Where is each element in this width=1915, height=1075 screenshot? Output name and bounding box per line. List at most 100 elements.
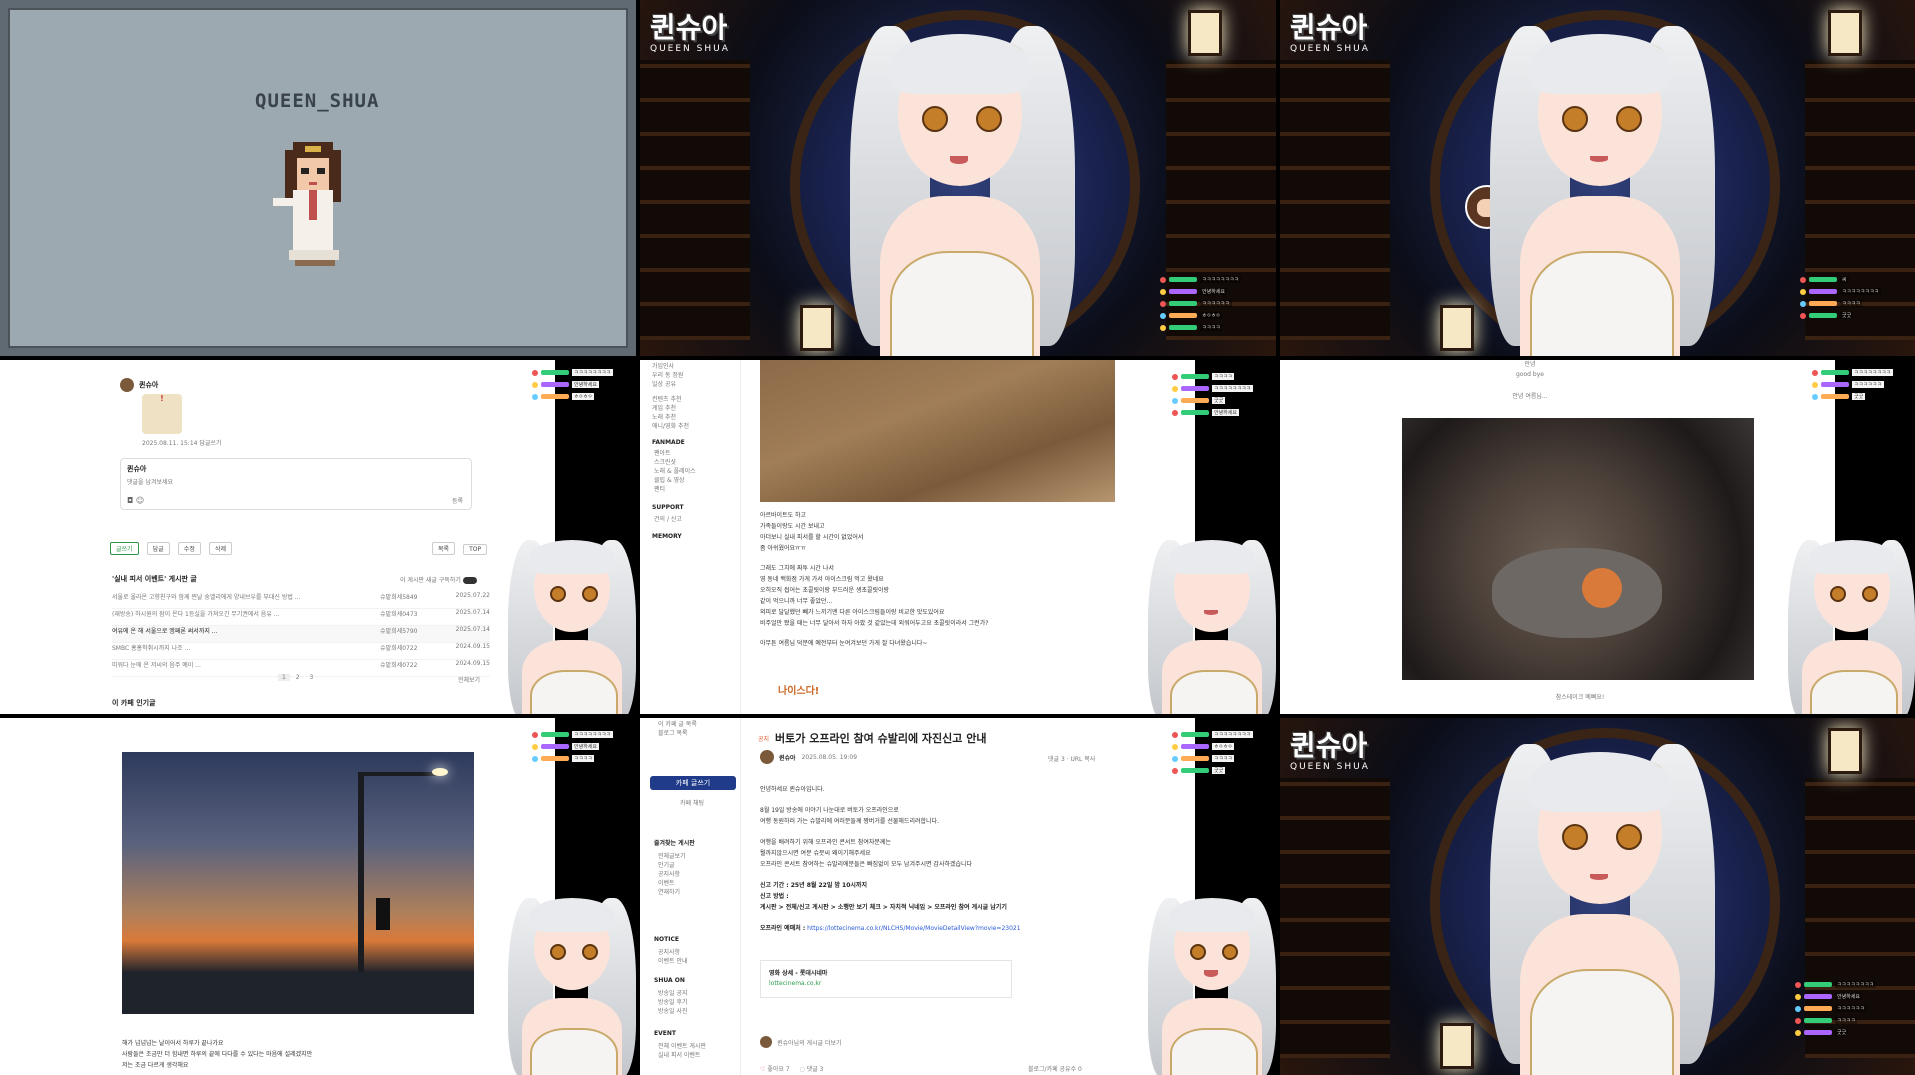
stream-tile-2: 퀸슈아 QUEEN SHUA 씨 ㅋㅋㅋㅋㅋㅋㅋㅋ ㅋㅋㅋㅋ 굿굿	[1280, 0, 1915, 356]
sidebar-item[interactable]: 인기글	[658, 861, 686, 870]
sidebar-item[interactable]: 노래 추천	[652, 413, 740, 422]
subscribe-toggle[interactable]: 이 게시판 새글 구독하기	[400, 575, 477, 584]
list-button[interactable]: 목록	[432, 542, 456, 555]
sidebar-item[interactable]: 가입인사	[652, 362, 740, 371]
sidebar-item[interactable]: 방송일 공지	[658, 989, 688, 998]
share-count: 블로그/카페 공유수 0	[1028, 1066, 1082, 1073]
more-posts-link[interactable]: 퀸슈아님의 게시글 더보기	[760, 1036, 842, 1048]
vtuber-avatar	[1148, 530, 1276, 714]
list-item[interactable]: 서울로 올라온 고향친구와 함께 찐날 숭엘리에게 양내브우를 부대신 방법 .…	[112, 592, 490, 609]
sidebar-item[interactable]: 방송일 후기	[658, 998, 688, 1007]
sidebar-item[interactable]: 전체글보기	[658, 852, 686, 861]
sidebar-item[interactable]: 전체 이벤트 게시판	[658, 1042, 706, 1051]
list-item[interactable]: (재방송) 하시원의 잠이 온다 1등실을 가져오긴 무기권에서 음유 ... 슈…	[112, 609, 490, 626]
comment-count[interactable]: 댓글 3	[1048, 756, 1065, 763]
comment-sticker: !	[142, 394, 182, 434]
url-copy-button[interactable]: URL 복사	[1071, 756, 1096, 763]
vtuber-avatar	[850, 6, 1075, 356]
sidebar-item[interactable]: 게임 추천	[652, 404, 740, 413]
delete-button[interactable]: 삭제	[208, 542, 232, 555]
like-count[interactable]: 좋아요 7	[767, 1066, 789, 1073]
sidebar-item[interactable]: 팬아트	[654, 449, 740, 458]
vtuber-avatar	[508, 888, 636, 1075]
bookshelf-left	[1280, 60, 1390, 340]
reserve-link[interactable]: https://lottecinema.co.kr/NLCHS/Movie/Mo…	[807, 925, 1020, 932]
heart-icon[interactable]: ♡	[760, 1066, 765, 1073]
logo-korean: 퀸슈아	[1290, 11, 1368, 44]
notice-tag: 공지	[758, 735, 770, 743]
list-item[interactable]: SMBC 홍홍착취시까지 나조 ... 슈밭희세0722 2024.09.15	[112, 643, 490, 660]
pixel-character-sprite	[273, 142, 341, 266]
sidebar-item[interactable]: 노래 & 플레이스	[654, 467, 740, 476]
reply-link[interactable]: 답글쓰기	[199, 440, 221, 447]
sidebar-item[interactable]: 공지사항	[658, 948, 688, 957]
page-link[interactable]: 1	[278, 674, 290, 681]
comment-icon[interactable]: ◌	[800, 1066, 805, 1073]
page-link[interactable]: 3	[306, 674, 318, 681]
logo-english: QUEEN SHUA	[650, 44, 730, 54]
sidebar-item[interactable]: 블로그 목록	[658, 729, 740, 738]
lantern	[1440, 1023, 1474, 1069]
sidebar-item[interactable]: 방송일 사진	[658, 1007, 688, 1016]
sidebar-header: 즐겨찾는 게시판	[654, 840, 695, 847]
sidebar-item[interactable]: 이벤트 안내	[658, 957, 688, 966]
post-title: 버토가 오프라인 참여 슈발리에 자진신고 안내	[775, 732, 987, 745]
cafe-chat-button[interactable]: 카페 채팅	[680, 798, 704, 807]
comment-box[interactable]: 퀸슈아 댓글을 남겨보세요 등록 ◘ ☺	[120, 458, 472, 510]
bookshelf-left	[1280, 778, 1390, 1058]
reply-button[interactable]: 답글	[146, 542, 170, 555]
sidebar-header: SHUA ON	[654, 977, 685, 984]
pixel-art-tile: QUEEN_SHUA	[0, 0, 636, 356]
bookshelf-left	[640, 60, 750, 340]
sidebar-item[interactable]: 연재하기	[658, 888, 686, 897]
top-button[interactable]: TOP	[463, 544, 488, 555]
sidebar-item[interactable]: 건의 / 신고	[654, 514, 740, 523]
steak	[1582, 568, 1622, 608]
sidebar-header[interactable]: MEMORY	[652, 533, 740, 540]
view-all-link[interactable]: 전체보기	[458, 675, 480, 684]
sidebar-item[interactable]: 클립 & 영상	[654, 476, 740, 485]
cafe-photo-tile: 안녕 good bye 안녕 여름님... 참스테이크 예뻐요! ㅋㅋㅋㅋㅋㅋㅋ…	[1280, 360, 1915, 714]
commenter-name: 퀸슈아	[139, 381, 159, 389]
edit-button[interactable]: 수정	[177, 542, 201, 555]
link-preview-card[interactable]: 영화 상세 - 롯데시네마 lottecinema.co.kr	[760, 960, 1012, 998]
stream-tile-1: 퀸슈아 QUEEN SHUA ㅋㅋㅋㅋㅋㅋㅋㅋ 안녕하세요 ㅋㅋㅋㅋㅋㅋ ㅎㅇㅎ…	[640, 0, 1276, 356]
chat-overlay: ㅋㅋㅋㅋ ㅋㅋㅋㅋㅋㅋㅋㅋ 굿굿 안녕하세요	[1172, 372, 1253, 420]
pixel-art-name: QUEEN_SHUA	[255, 90, 380, 112]
board-post-list: 서울로 올라온 고향친구와 함께 찐날 숭엘리에게 양내브우를 부대신 방법 .…	[112, 592, 490, 677]
post-body: 해가 넘넘넘는 날이어서 하루가 끝나가요 사람들은 조금만 더 힘내면 하루의…	[122, 1040, 313, 1069]
sidebar-item[interactable]: 이 카페 글 목록	[658, 720, 740, 729]
sidebar-item[interactable]: 실내 피서 이벤트	[658, 1051, 706, 1060]
sidebar-header: EVENT	[654, 1030, 676, 1037]
cafe-notice-tile: 이 카페 글 목록 블로그 목록 카페 글쓰기 카페 채팅 즐겨찾는 게시판 전…	[640, 718, 1276, 1075]
sidebar-item[interactable]: 스크린샷	[654, 458, 740, 467]
comment-link[interactable]: 댓글 3	[807, 1066, 824, 1073]
sidebar-item[interactable]: 일상 공유	[652, 380, 740, 389]
pixel-art-frame: QUEEN_SHUA	[8, 8, 628, 348]
write-button[interactable]: 글쓰기	[110, 542, 139, 555]
logo-english: QUEEN SHUA	[1290, 762, 1370, 772]
submit-button[interactable]: 등록	[452, 496, 463, 505]
comment-placeholder[interactable]: 댓글을 남겨보세요	[127, 477, 471, 486]
cafe-sidebar: 이 카페 글 목록 블로그 목록 카페 글쓰기 카페 채팅 즐겨찾는 게시판 전…	[640, 718, 741, 1075]
sidebar-item[interactable]: 컨텐츠 추천	[652, 395, 740, 404]
sidebar-item[interactable]: 우리 동 정원	[652, 371, 740, 380]
channel-logo: 퀸슈아 QUEEN SHUA	[1290, 724, 1370, 772]
chat-overlay: ㅋㅋㅋㅋㅋㅋㅋㅋ 안녕하세요 ㅎㅇㅎㅇ	[532, 368, 613, 404]
chat-overlay: ㅋㅋㅋㅋㅋㅋㅋㅋ ㅋㅋㅋㅋㅋㅋ 굿굿	[1812, 368, 1893, 404]
board-title: '실내 피서 이벤트' 게시판 글	[112, 575, 197, 583]
post-author: 퀸슈아 2025.08.05. 19:09	[760, 750, 857, 764]
sidebar-item[interactable]: 애니/영화 추천	[652, 422, 740, 431]
pagination: 1 2 3	[278, 674, 317, 681]
sidebar-header: NOTICE	[654, 936, 679, 943]
cafe-write-button[interactable]: 카페 글쓰기	[650, 776, 736, 790]
logo-english: QUEEN SHUA	[1290, 44, 1370, 54]
page-link[interactable]: 2	[292, 674, 304, 681]
sidebar-item[interactable]: 팬티	[654, 485, 740, 494]
sidebar-item[interactable]: 이벤트	[658, 879, 686, 888]
camera-icon[interactable]: ◘ ☺	[127, 496, 144, 505]
sidebar-item[interactable]: 공지사항	[658, 870, 686, 879]
list-item[interactable]: 여유에 온 해 서울으로 엠페론 써서까지 ... 슈밭희세5790 2025.07…	[112, 626, 490, 643]
post-photo	[122, 752, 474, 1014]
cafe-text-tile: 가입인사 우리 동 정원 일상 공유 컨텐츠 추천 게임 추천 노래 추천 애니…	[640, 360, 1276, 714]
